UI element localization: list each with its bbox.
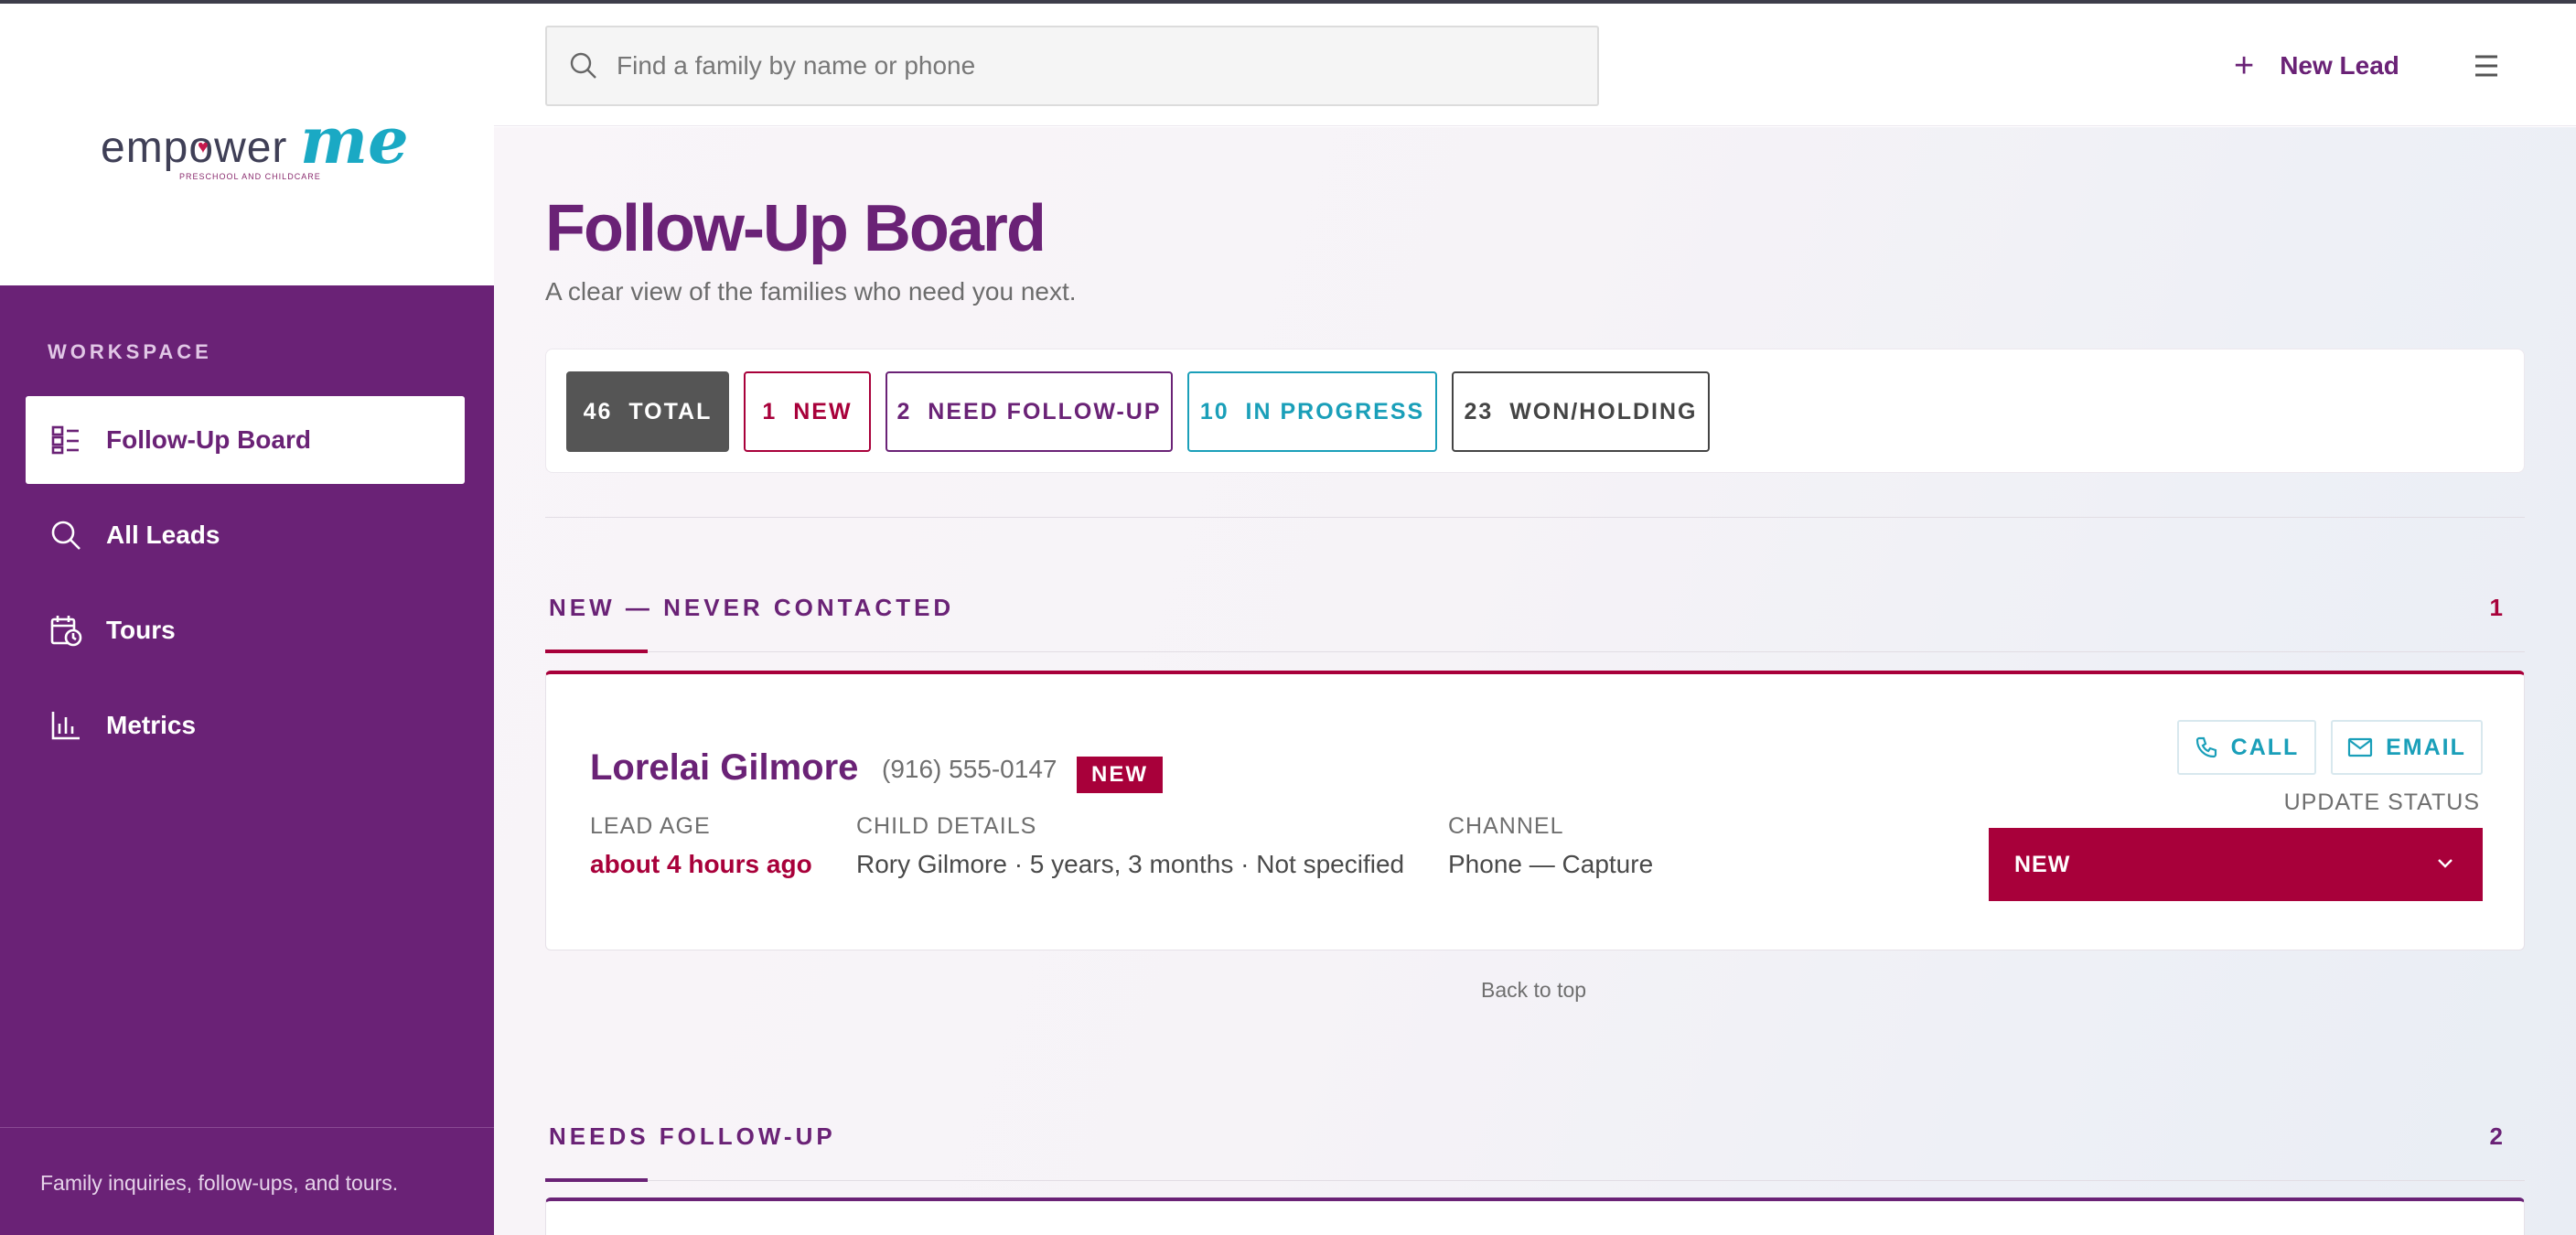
calendar-clock-icon bbox=[48, 612, 84, 649]
section-header-new: NEW — NEVER CONTACTED 1 bbox=[545, 588, 2525, 653]
filter-bar: 46 TOTAL 1 NEW 2 NEED FOLLOW-UP 10 IN PR… bbox=[545, 349, 2525, 473]
page-title: Follow-Up Board bbox=[545, 192, 1046, 265]
new-lead-button[interactable]: + New Lead bbox=[2234, 40, 2399, 91]
chip-label: NEW bbox=[793, 398, 853, 424]
top-bar: + New Lead bbox=[494, 4, 2576, 126]
logo-area: empower ♥ me PRESCHOOL AND CHILDCARE bbox=[0, 4, 494, 285]
main-content: Follow-Up Board A clear view of the fami… bbox=[494, 127, 2576, 1235]
section-header-needs-follow-up: NEEDS FOLLOW-UP 2 bbox=[545, 1117, 2525, 1182]
section-title: NEEDS FOLLOW-UP bbox=[549, 1122, 836, 1150]
logo-subtitle: PRESCHOOL AND CHILDCARE bbox=[179, 172, 321, 181]
empowerme-logo[interactable]: empower ♥ me PRESCHOOL AND CHILDCARE bbox=[101, 102, 412, 188]
page-subtitle: A clear view of the families who need yo… bbox=[545, 277, 1077, 306]
status-badge: NEW bbox=[1077, 757, 1163, 793]
filter-chip-new[interactable]: 1 NEW bbox=[744, 371, 871, 452]
channel-label: CHANNEL bbox=[1448, 813, 1564, 839]
section-underline bbox=[545, 650, 648, 653]
status-select-value: NEW bbox=[2014, 851, 2071, 877]
new-lead-label: New Lead bbox=[2280, 51, 2399, 80]
chip-count: 1 bbox=[762, 398, 778, 424]
sidebar-item-label: Tours bbox=[106, 616, 176, 644]
chip-count: 23 bbox=[1464, 398, 1494, 424]
sidebar-divider bbox=[0, 1127, 494, 1128]
sidebar-item-all-leads[interactable]: All Leads bbox=[26, 491, 465, 579]
board-icon bbox=[48, 422, 84, 458]
filter-chip-need-follow-up[interactable]: 2 NEED FOLLOW-UP bbox=[886, 371, 1173, 452]
sidebar-item-follow-up-board[interactable]: Follow-Up Board bbox=[26, 396, 465, 484]
search-box[interactable] bbox=[545, 26, 1599, 106]
sidebar-item-label: Follow-Up Board bbox=[106, 425, 311, 454]
sidebar-item-label: All Leads bbox=[106, 521, 220, 549]
sidebar-item-tours[interactable]: Tours bbox=[26, 586, 465, 674]
chip-count: 2 bbox=[896, 398, 912, 424]
email-label: EMAIL bbox=[2386, 734, 2466, 760]
chevron-down-icon bbox=[2435, 854, 2455, 878]
filter-chip-total[interactable]: 46 TOTAL bbox=[566, 371, 729, 452]
plus-icon: + bbox=[2234, 46, 2255, 85]
lead-age-value: about 4 hours ago bbox=[590, 850, 812, 878]
call-label: CALL bbox=[2230, 734, 2300, 760]
chip-label: WON/HOLDING bbox=[1509, 398, 1698, 424]
heart-icon: ♥ bbox=[198, 137, 209, 157]
hamburger-menu-icon[interactable] bbox=[2470, 49, 2503, 82]
mail-icon bbox=[2348, 737, 2373, 757]
child-details-label: CHILD DETAILS bbox=[856, 813, 1037, 839]
status-dropdown[interactable]: NEW bbox=[1989, 828, 2483, 901]
back-to-top-link[interactable]: Back to top bbox=[1481, 978, 1586, 1003]
search-icon bbox=[48, 517, 84, 553]
filter-chip-won-holding[interactable]: 23 WON/HOLDING bbox=[1452, 371, 1710, 452]
phone-icon bbox=[2195, 736, 2216, 758]
child-details-value: Rory Gilmore · 5 years, 3 months · Not s… bbox=[856, 850, 1405, 878]
chip-label: IN PROGRESS bbox=[1245, 398, 1425, 424]
search-input[interactable] bbox=[617, 51, 1531, 81]
lead-name[interactable]: Lorelai Gilmore bbox=[590, 747, 858, 789]
bar-chart-icon bbox=[48, 707, 84, 744]
call-button[interactable]: CALL bbox=[2177, 720, 2316, 775]
logo-word: empower bbox=[101, 124, 288, 172]
chip-count: 46 bbox=[583, 398, 613, 424]
section-count: 2 bbox=[2489, 1122, 2503, 1150]
channel-value: Phone — Capture bbox=[1448, 850, 1654, 878]
search-icon bbox=[569, 51, 598, 81]
sidebar-footer-text: Family inquiries, follow-ups, and tours. bbox=[40, 1171, 399, 1195]
lead-card[interactable] bbox=[545, 1197, 2525, 1235]
sidebar-item-label: Metrics bbox=[106, 711, 197, 739]
filter-chip-in-progress[interactable]: 10 IN PROGRESS bbox=[1187, 371, 1437, 452]
section-divider bbox=[545, 517, 2525, 518]
email-button[interactable]: EMAIL bbox=[2331, 720, 2483, 775]
lead-age-label: LEAD AGE bbox=[590, 813, 711, 839]
lead-card[interactable]: Lorelai Gilmore (916) 555-0147 NEW LEAD … bbox=[545, 671, 2525, 950]
sidebar-item-metrics[interactable]: Metrics bbox=[26, 682, 465, 769]
chip-label: NEED FOLLOW-UP bbox=[928, 398, 1162, 424]
lead-phone: (916) 555-0147 bbox=[882, 755, 1057, 783]
chip-count: 10 bbox=[1199, 398, 1229, 424]
sidebar: WORKSPACE Follow-Up Board All Leads Tour… bbox=[0, 285, 494, 1235]
section-title: NEW — NEVER CONTACTED bbox=[549, 594, 955, 621]
section-count: 1 bbox=[2489, 594, 2503, 621]
logo-accent: me bbox=[300, 102, 409, 178]
chip-label: TOTAL bbox=[628, 398, 713, 424]
update-status-label: UPDATE STATUS bbox=[2283, 789, 2480, 815]
section-underline bbox=[545, 1178, 648, 1182]
workspace-label: WORKSPACE bbox=[48, 340, 212, 363]
